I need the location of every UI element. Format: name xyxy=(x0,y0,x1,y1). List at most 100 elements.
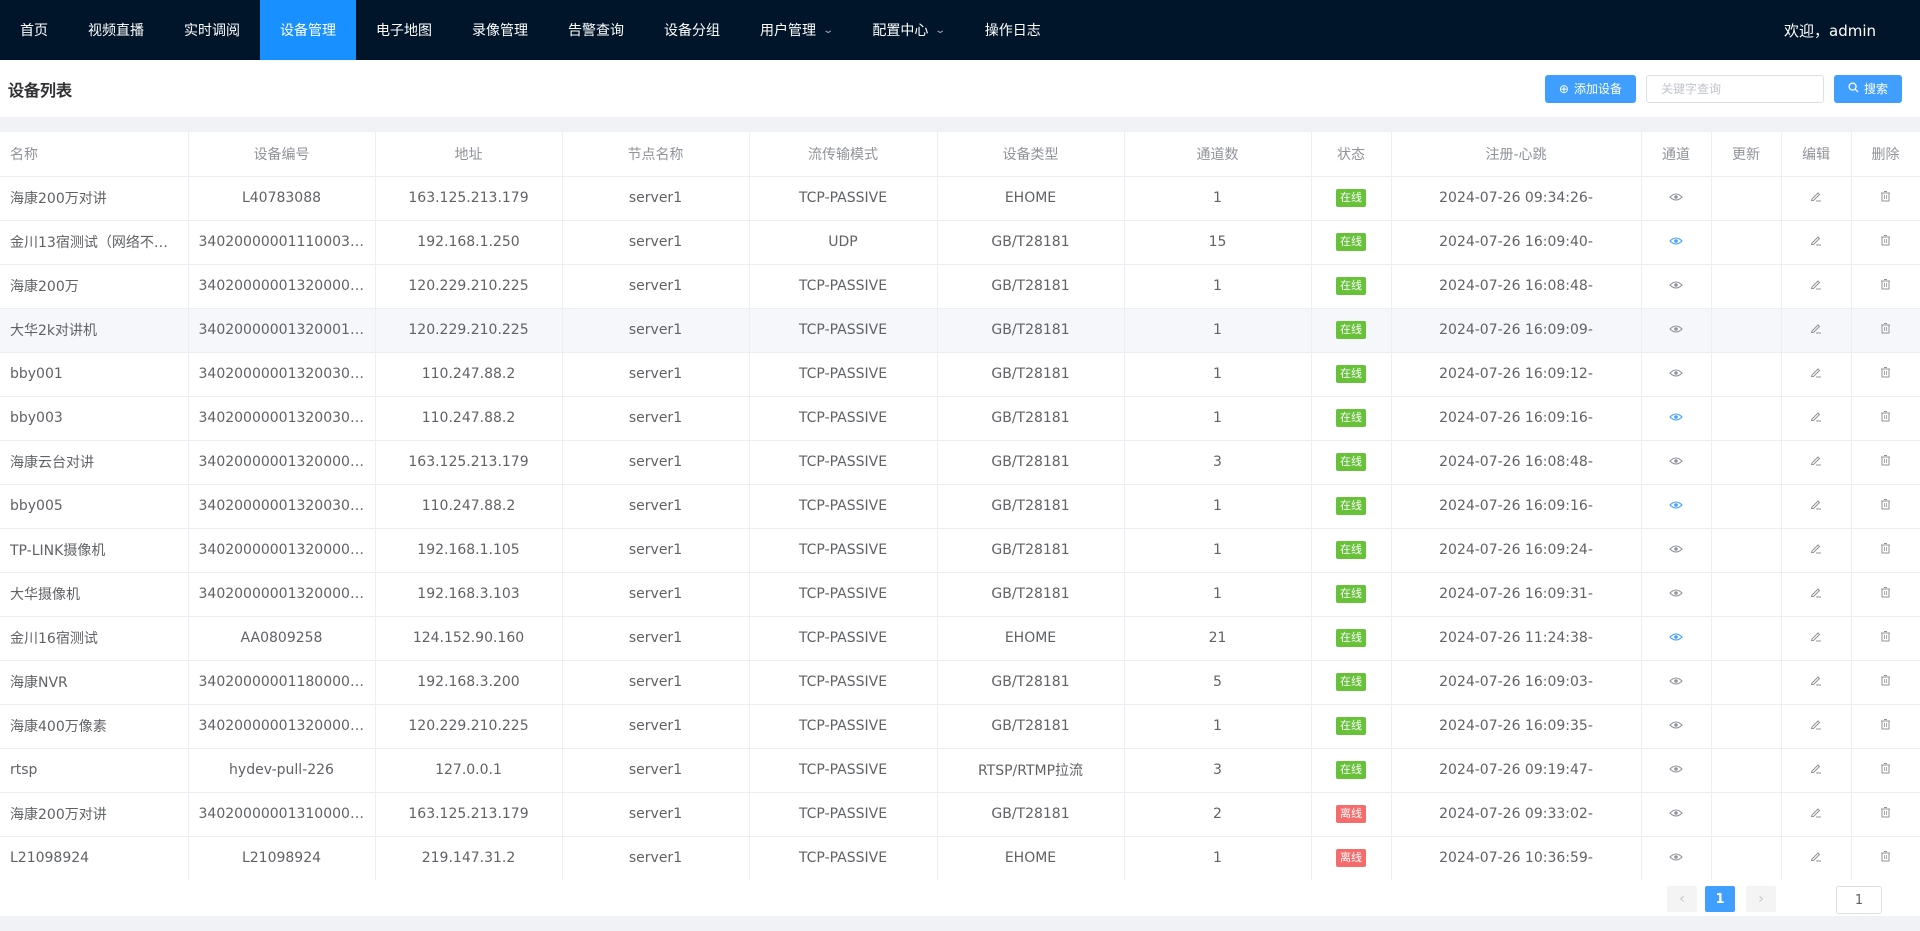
nav-realtime[interactable]: 实时调阅 xyxy=(164,0,260,60)
edit-icon[interactable] xyxy=(1810,675,1822,690)
eye-icon[interactable] xyxy=(1669,499,1683,514)
cell-address: 219.147.31.2 xyxy=(375,836,563,881)
cell-device-type: GB/T28181 xyxy=(937,792,1125,837)
cell-channel-action xyxy=(1641,748,1712,793)
nav-user[interactable]: 用户管理 ⌄ xyxy=(740,0,852,60)
status-badge: 在线 xyxy=(1336,585,1366,603)
trash-icon[interactable] xyxy=(1880,675,1891,690)
table-row: 大华摄像机 34020000001320000306 192.168.3.103 se… xyxy=(0,572,1920,617)
cell-status: 在线 xyxy=(1311,308,1392,353)
eye-icon[interactable] xyxy=(1669,719,1683,734)
edit-icon[interactable] xyxy=(1810,367,1822,382)
cell-transport-mode: TCP-PASSIVE xyxy=(749,528,938,573)
page-jump-input[interactable]: 1 xyxy=(1836,886,1882,914)
eye-icon[interactable] xyxy=(1669,191,1683,206)
cell-update xyxy=(1711,836,1782,881)
eye-icon[interactable] xyxy=(1669,675,1683,690)
edit-icon[interactable] xyxy=(1810,455,1822,470)
edit-icon[interactable] xyxy=(1810,411,1822,426)
eye-icon[interactable] xyxy=(1669,763,1683,778)
trash-icon[interactable] xyxy=(1880,763,1891,778)
cell-delete xyxy=(1851,572,1920,617)
edit-icon[interactable] xyxy=(1810,631,1822,646)
table-row: 海康400万像素 34020000001320000307 120.229.210.… xyxy=(0,704,1920,749)
edit-icon[interactable] xyxy=(1810,235,1822,250)
eye-icon[interactable] xyxy=(1669,323,1683,338)
edit-icon[interactable] xyxy=(1810,499,1822,514)
trash-icon[interactable] xyxy=(1880,191,1891,206)
nav-live[interactable]: 视频直播 xyxy=(68,0,164,60)
eye-icon[interactable] xyxy=(1669,851,1683,866)
cell-register-heartbeat: 2024-07-26 16:09:03- xyxy=(1391,660,1642,705)
edit-icon[interactable] xyxy=(1810,587,1822,602)
cell-update xyxy=(1711,572,1782,617)
cell-address: 120.229.210.225 xyxy=(375,704,563,749)
cell-status: 在线 xyxy=(1311,616,1392,661)
nav-config[interactable]: 配置中心 ⌄ xyxy=(852,0,964,60)
eye-icon[interactable] xyxy=(1669,587,1683,602)
edit-icon[interactable] xyxy=(1810,279,1822,294)
page-title: 设备列表 xyxy=(8,80,73,100)
eye-icon[interactable] xyxy=(1669,543,1683,558)
eye-icon[interactable] xyxy=(1669,455,1683,470)
cell-node: server1 xyxy=(562,836,750,881)
prev-page-button[interactable]: ‹ xyxy=(1667,886,1697,912)
cell-transport-mode: TCP-PASSIVE xyxy=(749,352,938,397)
cell-channel-count: 1 xyxy=(1124,572,1312,617)
edit-icon[interactable] xyxy=(1810,191,1822,206)
eye-icon[interactable] xyxy=(1669,367,1683,382)
cell-channel-count: 1 xyxy=(1124,528,1312,573)
trash-icon[interactable] xyxy=(1880,543,1891,558)
eye-icon[interactable] xyxy=(1669,807,1683,822)
edit-icon[interactable] xyxy=(1810,807,1822,822)
nav-map[interactable]: 电子地图 xyxy=(356,0,452,60)
trash-icon[interactable] xyxy=(1880,367,1891,382)
cell-register-heartbeat: 2024-07-26 16:08:48- xyxy=(1391,264,1642,309)
trash-icon[interactable] xyxy=(1880,631,1891,646)
page-number-button[interactable]: 1 xyxy=(1705,886,1735,912)
eye-icon[interactable] xyxy=(1669,631,1683,646)
eye-icon[interactable] xyxy=(1669,411,1683,426)
welcome-user[interactable]: 欢迎，admin xyxy=(1784,0,1920,60)
trash-icon[interactable] xyxy=(1880,455,1891,470)
edit-icon[interactable] xyxy=(1810,851,1822,866)
nav-group[interactable]: 设备分组 xyxy=(644,0,740,60)
cell-channel-count: 1 xyxy=(1124,264,1312,309)
cell-device-id: hydev-pull-226 xyxy=(188,748,376,793)
edit-icon[interactable] xyxy=(1810,763,1822,778)
table-row: 海康200万对讲 L40783088 163.125.213.179 server1 T… xyxy=(0,176,1920,221)
nav-home[interactable]: 首页 xyxy=(0,0,68,60)
cell-node: server1 xyxy=(562,572,750,617)
trash-icon[interactable] xyxy=(1880,719,1891,734)
edit-icon[interactable] xyxy=(1810,543,1822,558)
cell-name: 大华摄像机 xyxy=(0,572,189,617)
eye-icon[interactable] xyxy=(1669,235,1683,250)
next-page-button[interactable]: › xyxy=(1746,886,1776,912)
cell-channel-action xyxy=(1641,572,1712,617)
trash-icon[interactable] xyxy=(1880,411,1891,426)
nav-device[interactable]: 设备管理 xyxy=(260,0,356,60)
trash-icon[interactable] xyxy=(1880,235,1891,250)
cell-delete xyxy=(1851,704,1920,749)
cell-channel-action xyxy=(1641,836,1712,881)
trash-icon[interactable] xyxy=(1880,323,1891,338)
trash-icon[interactable] xyxy=(1880,587,1891,602)
search-button[interactable]: 搜索 xyxy=(1833,74,1902,103)
edit-icon[interactable] xyxy=(1810,719,1822,734)
cell-edit xyxy=(1781,572,1852,617)
trash-icon[interactable] xyxy=(1880,807,1891,822)
trash-icon[interactable] xyxy=(1880,279,1891,294)
cell-name: 海康云台对讲 xyxy=(0,440,189,485)
trash-icon[interactable] xyxy=(1880,851,1891,866)
add-device-button[interactable]: ⊕ 添加设备 xyxy=(1544,74,1636,103)
column-header: 状态 xyxy=(1311,132,1392,177)
table-row: bby003 34020000001320030003 110.247.88.2 se… xyxy=(0,396,1920,441)
cell-transport-mode: TCP-PASSIVE xyxy=(749,792,938,837)
search-input[interactable] xyxy=(1645,74,1824,103)
edit-icon[interactable] xyxy=(1810,323,1822,338)
nav-record[interactable]: 录像管理 xyxy=(452,0,548,60)
nav-log[interactable]: 操作日志 xyxy=(965,0,1061,60)
eye-icon[interactable] xyxy=(1669,279,1683,294)
trash-icon[interactable] xyxy=(1880,499,1891,514)
nav-alarm[interactable]: 告警查询 xyxy=(548,0,644,60)
